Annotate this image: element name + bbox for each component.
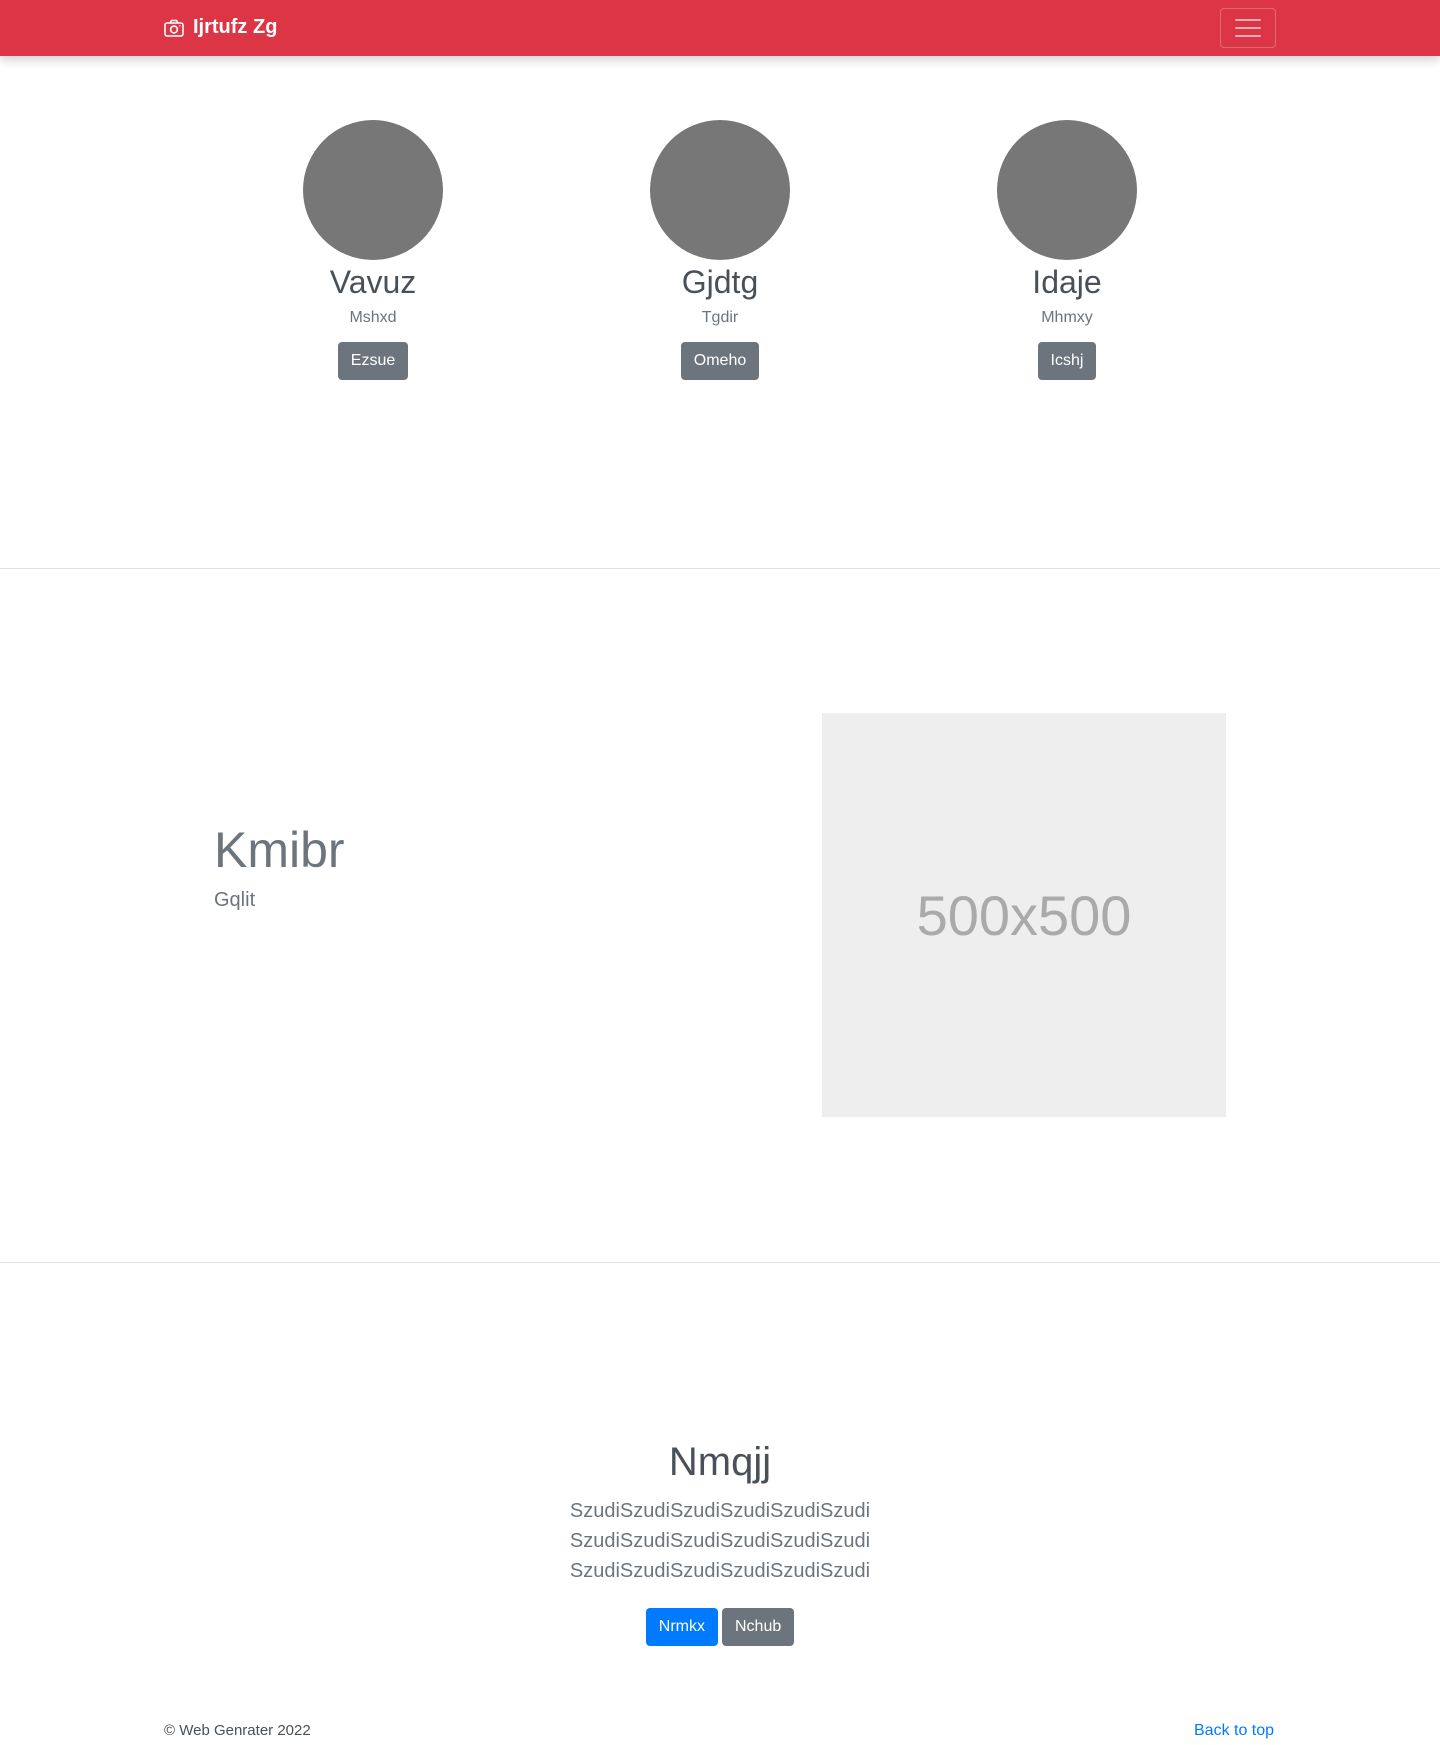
camera-icon xyxy=(164,19,184,37)
person-name: Idaje xyxy=(1032,264,1102,300)
cta-primary-button[interactable]: Nrmkx xyxy=(645,1608,718,1646)
avatar xyxy=(650,120,790,260)
cta-secondary-button[interactable]: Nchub xyxy=(721,1608,795,1646)
navbar: Ijrtufz Zg xyxy=(0,0,1440,56)
cta-section: Nmqjj SzudiSzudiSzudiSzudiSzudiSzudi Szu… xyxy=(0,1436,1440,1646)
hamburger-menu-icon xyxy=(1235,19,1261,21)
back-to-top-link[interactable]: Back to top xyxy=(1194,1722,1274,1740)
footer-copyright: © Web Genrater 2022 xyxy=(164,1722,311,1739)
person-card: Vavuz Mshxd Ezsue xyxy=(253,120,493,380)
person-name: Vavuz xyxy=(329,264,417,300)
section-divider xyxy=(0,1262,1440,1263)
placeholder-label: 500x500 xyxy=(916,883,1132,947)
navbar-toggler-button[interactable] xyxy=(1220,8,1276,48)
person-card: Gjdtg Tgdir Omeho xyxy=(600,120,840,380)
feature-title: Kmibr xyxy=(214,822,345,878)
cta-buttons: Nrmkx Nchub xyxy=(0,1608,1440,1646)
person-role: Mshxd xyxy=(349,309,397,326)
person-card: Idaje Mhmxy Icshj xyxy=(947,120,1187,380)
person-role: Tgdir xyxy=(701,309,739,326)
cta-text: SzudiSzudiSzudiSzudiSzudiSzudi SzudiSzud… xyxy=(569,1500,871,1582)
avatar xyxy=(997,120,1137,260)
brand-text: Ijrtufz Zg xyxy=(193,16,278,38)
placeholder-image: 500x500 xyxy=(822,713,1226,1117)
section-divider xyxy=(0,568,1440,569)
avatar xyxy=(303,120,443,260)
cta-title: Nmqjj xyxy=(668,1440,772,1484)
person-name: Gjdtg xyxy=(681,264,759,300)
person-button[interactable]: Ezsue xyxy=(337,342,409,380)
person-role: Mhmxy xyxy=(1041,309,1093,326)
person-button[interactable]: Omeho xyxy=(680,342,760,380)
feature-subtitle: Gqlit xyxy=(214,889,256,911)
brand-link[interactable]: Ijrtufz Zg xyxy=(164,16,277,39)
person-button[interactable]: Icshj xyxy=(1037,342,1097,380)
